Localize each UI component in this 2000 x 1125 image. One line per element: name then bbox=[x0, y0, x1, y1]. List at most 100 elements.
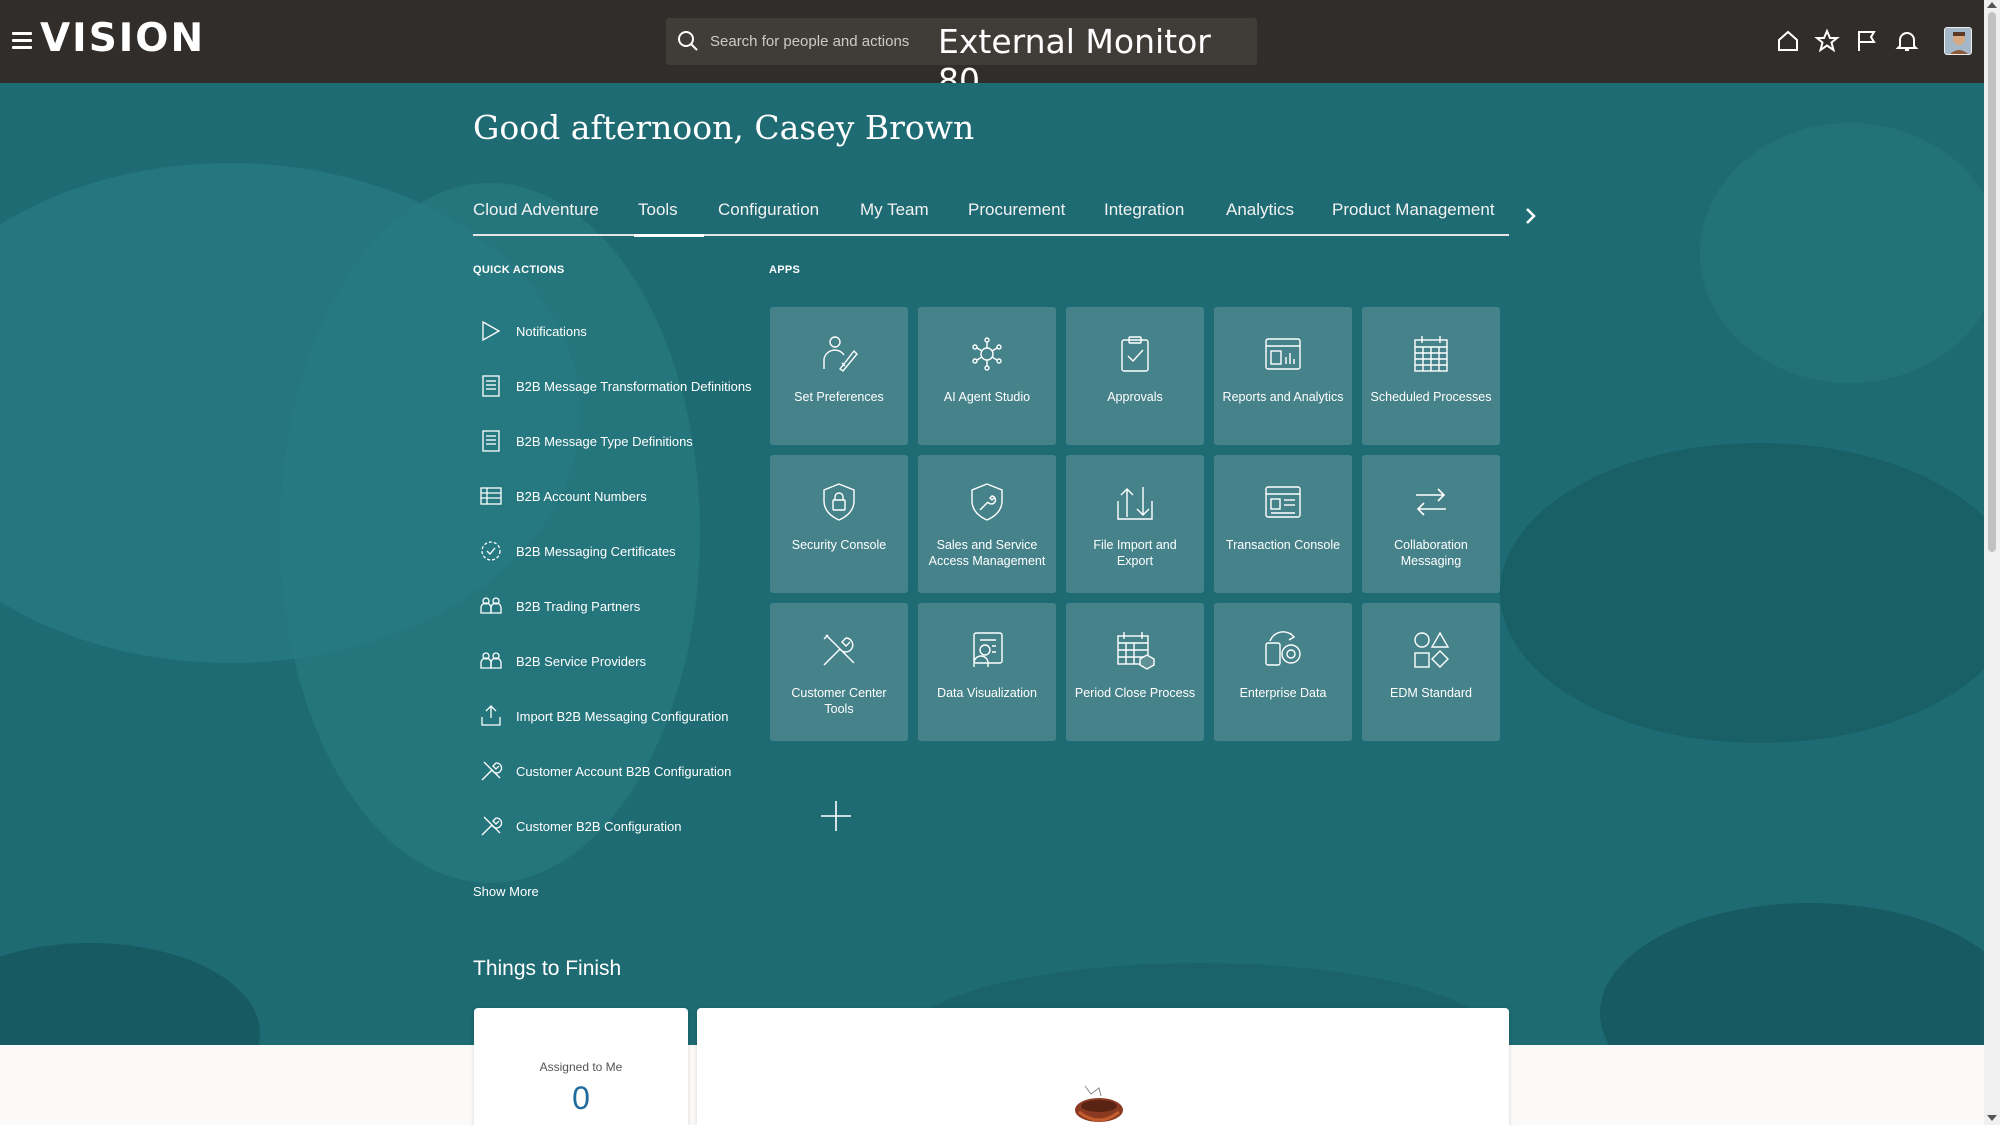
app-label: Customer Center Tools bbox=[791, 686, 887, 716]
apps-title: APPS bbox=[769, 264, 801, 276]
quick-action-label: Customer Account B2B Configuration bbox=[516, 764, 732, 779]
partners-icon bbox=[480, 597, 502, 614]
quick-action-label: B2B Message Type Definitions bbox=[516, 434, 693, 449]
app-tile-file-import-export[interactable]: File Import and Export bbox=[1066, 455, 1204, 593]
import-icon bbox=[481, 705, 501, 726]
partners-icon bbox=[480, 652, 502, 669]
app-tile-sales-service-access[interactable]: Sales and Service Access Management bbox=[918, 455, 1056, 593]
home-icon[interactable] bbox=[1775, 28, 1801, 54]
tab-tools[interactable]: Tools bbox=[634, 200, 704, 237]
app-tile-data-visualization[interactable]: Data Visualization bbox=[918, 603, 1056, 741]
search-icon bbox=[678, 31, 698, 51]
table-icon bbox=[480, 487, 502, 505]
app-label: Set Preferences bbox=[794, 390, 884, 404]
app-tile-period-close[interactable]: Period Close Process bbox=[1066, 603, 1204, 741]
report-icon bbox=[1265, 338, 1301, 370]
app-label: Collaboration Messaging bbox=[1394, 538, 1468, 568]
avatar[interactable] bbox=[1944, 27, 1972, 55]
calendar-grid-icon bbox=[1414, 336, 1448, 372]
tab-analytics[interactable]: Analytics bbox=[1226, 200, 1294, 220]
tools-icon bbox=[481, 816, 503, 836]
app-label: AI Agent Studio bbox=[943, 390, 1031, 404]
quick-action-label: B2B Service Providers bbox=[516, 654, 647, 669]
quick-action-label: B2B Trading Partners bbox=[516, 599, 641, 614]
quick-action-label: B2B Message Transformation Definitions bbox=[516, 379, 752, 394]
star-icon[interactable] bbox=[1814, 28, 1840, 54]
preferences-icon bbox=[823, 336, 858, 372]
app-label: Transaction Console bbox=[1225, 538, 1341, 552]
tab-procurement[interactable]: Procurement bbox=[968, 200, 1065, 220]
scrollbar[interactable] bbox=[1984, 0, 2000, 1125]
period-close-icon bbox=[1117, 632, 1155, 670]
app-tile-approvals[interactable]: Approvals bbox=[1066, 307, 1204, 445]
certificate-icon bbox=[481, 541, 501, 561]
top-bar: VISION External Monitor 80 bbox=[0, 0, 1984, 100]
tab-cloud-adventure[interactable]: Cloud Adventure bbox=[473, 200, 599, 220]
quick-action-label: Customer B2B Configuration bbox=[516, 819, 682, 834]
bell-icon[interactable] bbox=[1894, 28, 1920, 54]
flag-icon[interactable] bbox=[1853, 28, 1879, 54]
document-icon bbox=[482, 375, 500, 397]
ai-agent-icon bbox=[972, 337, 1002, 371]
brand-logo[interactable]: VISION bbox=[40, 16, 205, 61]
console-icon bbox=[1265, 486, 1301, 518]
data-visualization-icon bbox=[973, 632, 1003, 667]
quick-action-label: B2B Messaging Certificates bbox=[516, 544, 676, 559]
search-bar[interactable]: External Monitor 80 bbox=[666, 18, 1257, 100]
tab-configuration[interactable]: Configuration bbox=[718, 200, 819, 220]
tools-icon bbox=[823, 634, 855, 666]
document-icon bbox=[482, 430, 500, 452]
app-tile-collaboration-messaging[interactable]: Collaboration Messaging bbox=[1362, 455, 1500, 593]
app-label: Data Visualization bbox=[937, 686, 1037, 700]
app-label: Reports and Analytics bbox=[1222, 390, 1344, 404]
notification-icon bbox=[482, 320, 501, 342]
app-label: Enterprise Data bbox=[1239, 686, 1327, 700]
things-to-finish-title: Things to Finish bbox=[473, 957, 622, 980]
quick-action-label: B2B Account Numbers bbox=[516, 489, 647, 504]
shield-lock-icon bbox=[823, 483, 855, 521]
app-label: File Import and Export bbox=[1093, 538, 1177, 568]
add-icon[interactable] bbox=[820, 800, 852, 832]
assigned-label: Assigned to Me bbox=[539, 1060, 623, 1074]
tab-strip: Cloud Adventure Tools Configuration My T… bbox=[473, 196, 1509, 237]
app-tile-edm-standard[interactable]: EDM Standard bbox=[1362, 603, 1500, 741]
app-tile-transaction-console[interactable]: Transaction Console bbox=[1214, 455, 1352, 593]
app-tile-ai-agent-studio[interactable]: AI Agent Studio bbox=[918, 307, 1056, 445]
scroll-up-icon[interactable] bbox=[1987, 2, 1997, 8]
tools-icon bbox=[481, 761, 503, 781]
app-label: Approvals bbox=[1107, 390, 1163, 404]
scroll-down-icon[interactable] bbox=[1987, 1115, 1997, 1121]
app-tile-enterprise-data[interactable]: Enterprise Data bbox=[1214, 603, 1352, 741]
quick-action-label: Notifications bbox=[516, 324, 587, 339]
tab-integration[interactable]: Integration bbox=[1104, 200, 1184, 220]
app-tile-security-console[interactable]: Security Console bbox=[770, 455, 908, 593]
things-to-finish-panel bbox=[697, 1008, 1509, 1125]
search-input[interactable] bbox=[710, 26, 950, 56]
app-label: Sales and Service Access Management bbox=[928, 538, 1046, 568]
import-export-icon bbox=[1117, 487, 1153, 520]
swap-arrows-icon bbox=[1416, 488, 1446, 516]
shield-wrench-icon bbox=[971, 483, 1003, 521]
greeting-title: Good afternoon, Casey Brown bbox=[473, 108, 975, 147]
app-tile-scheduled-processes[interactable]: Scheduled Processes bbox=[1362, 307, 1500, 445]
app-label: Period Close Process bbox=[1074, 686, 1196, 700]
app-tile-reports-analytics[interactable]: Reports and Analytics bbox=[1214, 307, 1352, 445]
empty-nest-icon bbox=[1075, 1085, 1123, 1122]
app-tile-set-preferences[interactable]: Set Preferences bbox=[770, 307, 908, 445]
shapes-icon bbox=[1414, 631, 1450, 668]
app-label: Security Console bbox=[791, 538, 887, 552]
enterprise-data-icon bbox=[1265, 631, 1301, 666]
tab-my-team[interactable]: My Team bbox=[860, 200, 929, 220]
tab-product-management[interactable]: Product Management bbox=[1332, 200, 1495, 220]
scroll-thumb[interactable] bbox=[1988, 12, 1996, 552]
app-tile-customer-center-tools[interactable]: Customer Center Tools bbox=[770, 603, 908, 741]
show-more-link[interactable]: Show More bbox=[473, 884, 539, 899]
clipboard-check-icon bbox=[1121, 336, 1149, 372]
quick-actions-title: QUICK ACTIONS bbox=[473, 264, 565, 276]
chevron-right-icon[interactable] bbox=[1520, 204, 1540, 228]
app-label: Scheduled Processes bbox=[1370, 390, 1492, 404]
assigned-count: 0 bbox=[572, 1080, 590, 1116]
assigned-to-me-card[interactable]: Assigned to Me 0 bbox=[474, 1008, 688, 1125]
hamburger-menu-icon[interactable] bbox=[12, 32, 32, 52]
quick-action-label: Import B2B Messaging Configuration bbox=[516, 709, 729, 724]
